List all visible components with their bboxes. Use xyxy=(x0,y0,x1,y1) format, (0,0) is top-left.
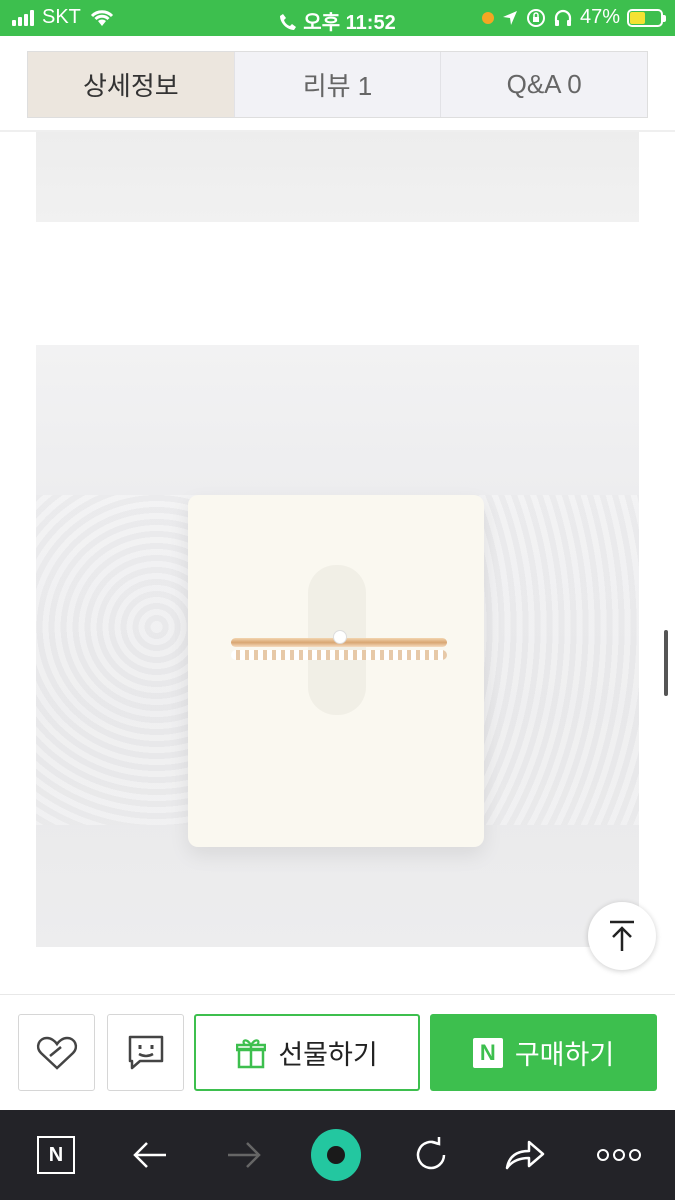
share-button[interactable] xyxy=(500,1130,550,1180)
green-dot-button[interactable] xyxy=(311,1129,361,1181)
recording-dot xyxy=(481,11,494,24)
heart-icon xyxy=(36,1036,77,1070)
purchase-action-bar: 선물하기 N 구매하기 xyxy=(0,994,675,1111)
battery-percent: 47% xyxy=(579,6,620,28)
location-icon xyxy=(502,10,517,25)
more-button[interactable] xyxy=(594,1130,644,1180)
phone-icon xyxy=(280,14,297,30)
talk-icon xyxy=(128,1035,163,1069)
battery-icon xyxy=(627,8,666,27)
detail-tabs: 상세정보 리뷰 1 Q&A 0 xyxy=(27,51,648,118)
back-button[interactable] xyxy=(125,1130,175,1180)
headphones-icon xyxy=(554,9,572,26)
buy-label: 구매하기 xyxy=(514,1040,615,1070)
refresh-icon xyxy=(416,1137,446,1170)
forward-button[interactable] xyxy=(219,1130,269,1180)
back-arrow-icon xyxy=(133,1142,166,1168)
scroll-top-button[interactable] xyxy=(588,902,656,970)
ring-stone xyxy=(333,630,347,644)
naver-home-button[interactable]: N xyxy=(31,1130,81,1180)
lock-rotation-icon xyxy=(526,8,545,27)
ring xyxy=(231,630,447,660)
gift-icon xyxy=(236,1038,267,1068)
product-image-ring xyxy=(36,345,639,947)
ring-band-stones xyxy=(231,650,447,660)
browser-toolbar: N xyxy=(0,1110,675,1200)
green-dot-icon xyxy=(311,1129,361,1181)
gift-label: 선물하기 xyxy=(278,1040,378,1070)
buy-button[interactable]: N 구매하기 xyxy=(430,1014,657,1091)
forward-arrow-icon xyxy=(228,1142,261,1168)
scrollbar[interactable] xyxy=(664,630,668,696)
tab-details[interactable]: 상세정보 xyxy=(28,52,235,117)
status-time: 오후 11:52 xyxy=(303,12,396,34)
tab-qna[interactable]: Q&A 0 xyxy=(441,52,647,117)
status-right-group: 47% xyxy=(481,6,666,29)
naver-pay-icon: N xyxy=(472,1037,503,1068)
tab-reviews[interactable]: 리뷰 1 xyxy=(235,52,442,117)
scroll-top-icon xyxy=(610,920,634,951)
like-button[interactable] xyxy=(18,1014,95,1091)
talk-button[interactable] xyxy=(107,1014,184,1091)
refresh-button[interactable] xyxy=(406,1130,456,1180)
naver-home-icon: N xyxy=(37,1136,75,1174)
share-icon xyxy=(505,1140,545,1170)
gift-button[interactable]: 선물하기 xyxy=(194,1014,420,1091)
ring-pedestal xyxy=(188,495,484,847)
more-icon xyxy=(597,1149,641,1161)
status-bar: SKT 오후 11:52 47% xyxy=(0,0,675,36)
product-image-partial xyxy=(36,132,639,222)
